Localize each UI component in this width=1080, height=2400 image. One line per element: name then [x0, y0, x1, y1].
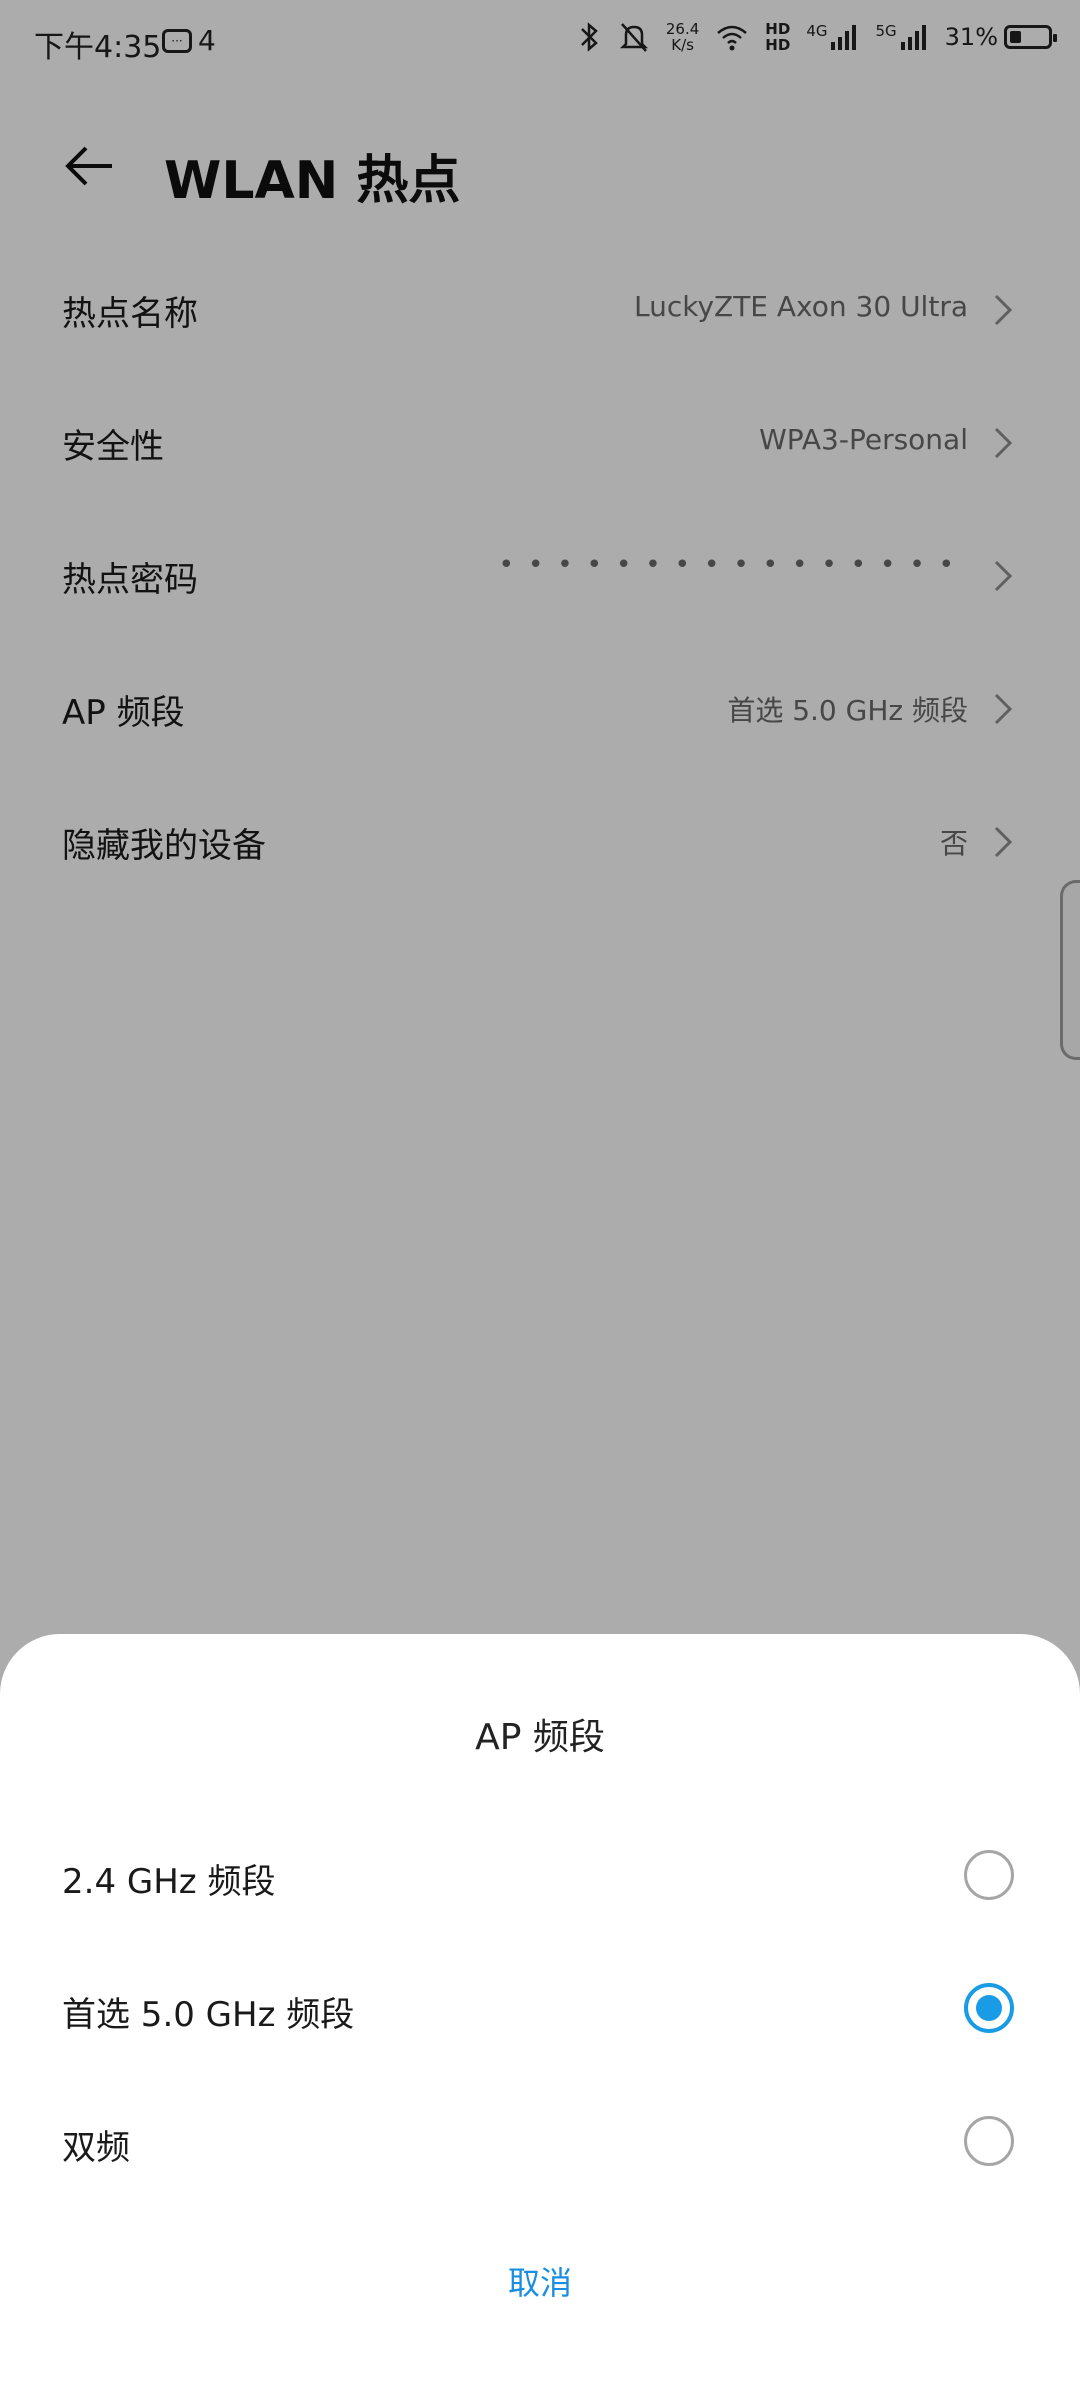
- option-2-4ghz[interactable]: 2.4 GHz 频段: [0, 1810, 1080, 1940]
- option-label: 首选 5.0 GHz 频段: [62, 1995, 355, 2035]
- cancel-button[interactable]: 取消: [0, 2258, 1080, 2304]
- option-label: 2.4 GHz 频段: [62, 1862, 276, 1902]
- option-dual-band[interactable]: 双频: [0, 2076, 1080, 2206]
- option-label: 双频: [62, 2128, 130, 2168]
- radio-button[interactable]: [964, 1850, 1014, 1900]
- radio-button[interactable]: [964, 2116, 1014, 2166]
- radio-button[interactable]: [964, 1983, 1014, 2033]
- dialog-title: AP 频段: [475, 1717, 605, 1758]
- option-prefer-5ghz[interactable]: 首选 5.0 GHz 频段: [0, 1943, 1080, 2073]
- ap-band-dialog: AP 频段 2.4 GHz 频段 首选 5.0 GHz 频段 双频 取消: [0, 1634, 1080, 2400]
